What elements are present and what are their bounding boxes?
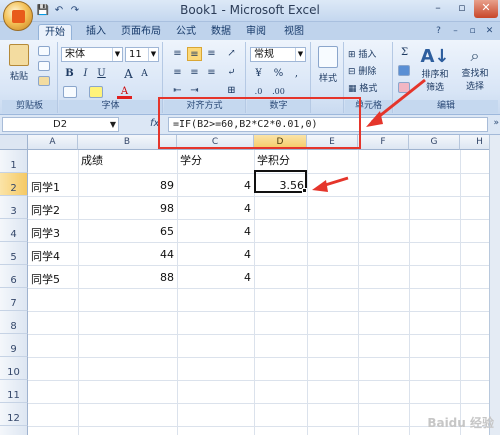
office-button[interactable] [3, 1, 33, 31]
office-logo-icon [12, 10, 25, 23]
annotation-arrows [312, 78, 426, 192]
watermark: Baidu 经验 [427, 416, 494, 430]
arrow-head-formula [366, 111, 383, 127]
arrow-head-cell [312, 180, 328, 192]
